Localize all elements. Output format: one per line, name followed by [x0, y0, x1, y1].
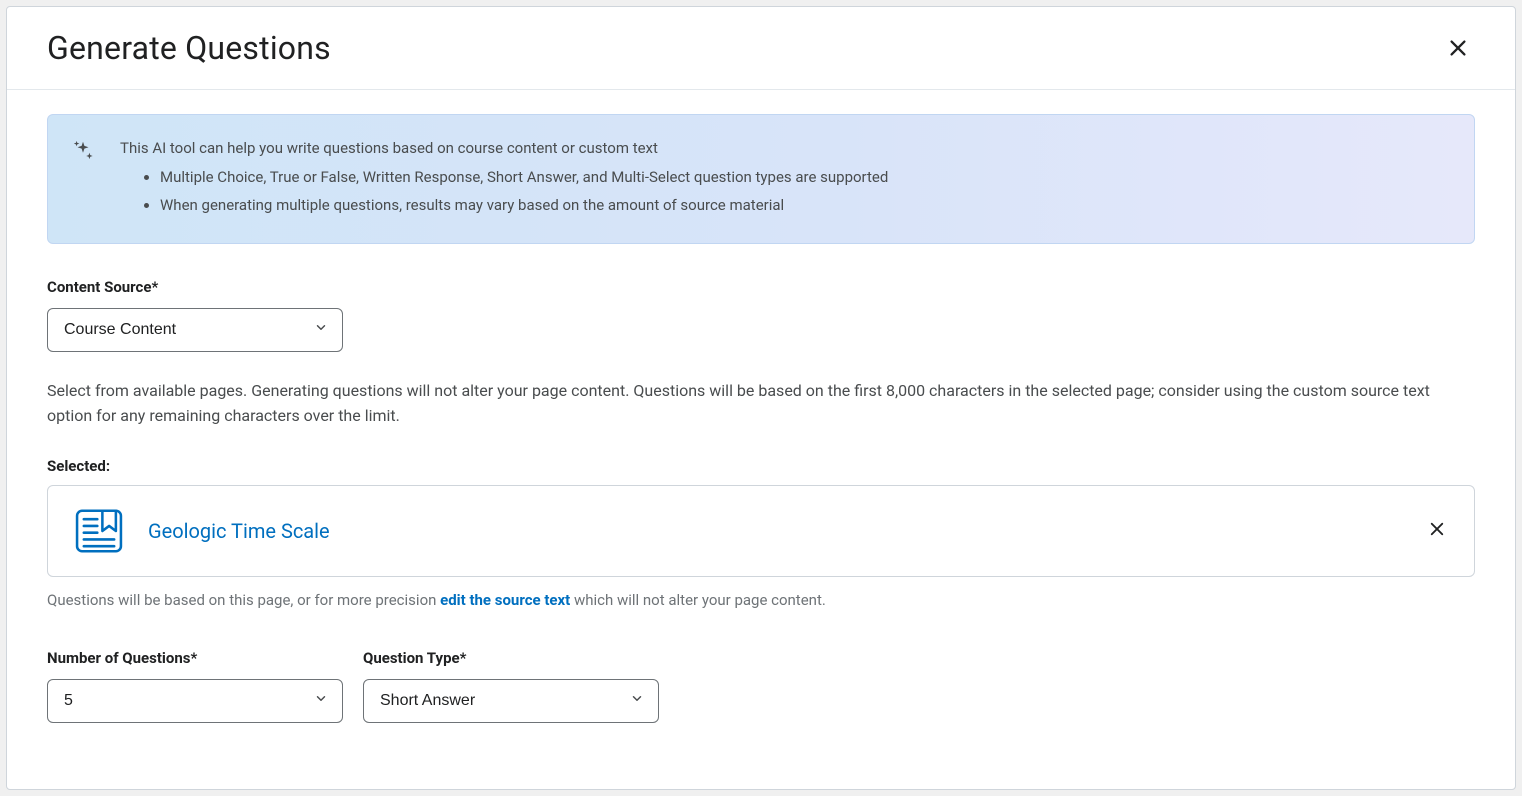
content-source-value: Course Content	[64, 321, 176, 338]
banner-intro: This AI tool can help you write question…	[120, 137, 888, 160]
question-type-label: Question Type*	[363, 649, 659, 667]
banner-text: This AI tool can help you write question…	[120, 137, 888, 221]
generate-questions-dialog: Generate Questions This AI tool can help…	[6, 6, 1516, 790]
selected-footnote: Questions will be based on this page, or…	[47, 591, 1475, 609]
num-questions-select-button[interactable]: 5	[47, 679, 343, 723]
dialog-body: This AI tool can help you write question…	[7, 90, 1515, 751]
page-bookmark-icon	[72, 504, 126, 558]
chevron-down-icon	[630, 691, 644, 710]
selected-label: Selected:	[47, 457, 1475, 475]
remove-selected-button[interactable]	[1424, 516, 1450, 545]
num-questions-select[interactable]: 5	[47, 679, 343, 723]
content-source-select[interactable]: Course Content	[47, 308, 343, 352]
content-source-help: Select from available pages. Generating …	[47, 378, 1475, 429]
chevron-down-icon	[314, 691, 328, 710]
dialog-title: Generate Questions	[47, 29, 331, 67]
question-type-value: Short Answer	[380, 692, 475, 709]
ai-info-banner: This AI tool can help you write question…	[47, 114, 1475, 244]
sparkle-icon	[72, 139, 94, 161]
dialog-header: Generate Questions	[7, 7, 1515, 90]
selected-page-link[interactable]: Geologic Time Scale	[148, 519, 1402, 543]
question-type-select[interactable]: Short Answer	[363, 679, 659, 723]
banner-bullet: When generating multiple questions, resu…	[160, 194, 888, 217]
close-icon	[1428, 520, 1446, 538]
question-options-row: Number of Questions* 5 Question Type* Sh…	[47, 649, 1475, 723]
banner-bullet: Multiple Choice, True or False, Written …	[160, 166, 888, 189]
num-questions-value: 5	[64, 692, 73, 709]
num-questions-label: Number of Questions*	[47, 649, 343, 667]
close-button[interactable]	[1441, 31, 1475, 65]
chevron-down-icon	[314, 320, 328, 339]
edit-source-text-link[interactable]: edit the source text	[440, 591, 570, 609]
selected-page-card: Geologic Time Scale	[47, 485, 1475, 577]
close-icon	[1447, 37, 1469, 59]
content-source-select-button[interactable]: Course Content	[47, 308, 343, 352]
question-type-select-button[interactable]: Short Answer	[363, 679, 659, 723]
content-source-label: Content Source*	[47, 278, 1475, 296]
